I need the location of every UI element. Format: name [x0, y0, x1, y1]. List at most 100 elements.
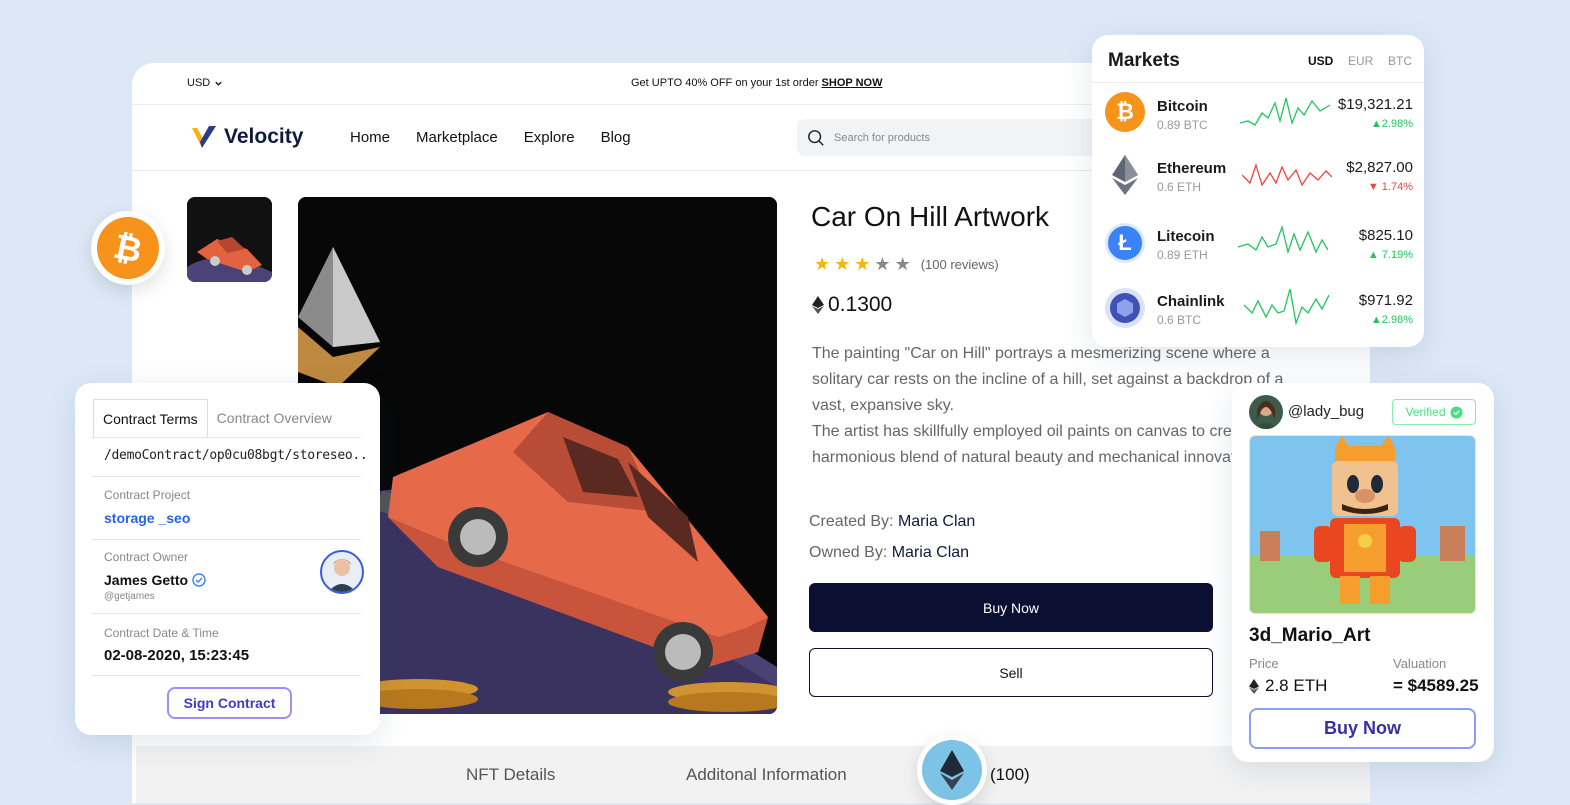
search-input[interactable]: Search for products [834, 132, 930, 144]
nft-image[interactable] [1249, 435, 1476, 614]
currency-select[interactable]: USD [187, 77, 223, 89]
coin-name: Litecoin [1157, 228, 1215, 245]
ethereum-icon [1105, 155, 1145, 195]
sparkline-icon [1244, 288, 1329, 326]
tab-contract-terms[interactable]: Contract Terms [93, 399, 208, 437]
coin-amount: 0.6 ETH [1157, 180, 1202, 194]
coin-change: ▲2.98% [1370, 314, 1413, 326]
contract-card: Contract Terms Contract Overview /demoCo… [75, 383, 380, 735]
coin-amount: 0.89 ETH [1157, 248, 1208, 262]
verified-icon [192, 573, 206, 587]
product-price: 0.1300 [812, 293, 892, 317]
review-count[interactable]: (100 reviews) [921, 257, 999, 272]
contract-path[interactable]: /demoContract/op0cu08bgt/storeseo.. [104, 448, 368, 463]
brand-name: Velocity [224, 125, 304, 148]
divider [91, 476, 361, 477]
tab-contract-overview[interactable]: Contract Overview [208, 399, 341, 437]
shop-now-link[interactable]: SHOP NOW [822, 77, 883, 89]
market-row-litecoin[interactable]: Ł Litecoin 0.89 ETH $825.10 ▲ 7.19% [1092, 212, 1424, 274]
search-icon [808, 129, 824, 146]
coin-name: Ethereum [1157, 160, 1227, 177]
owner-link[interactable]: Maria Clan [892, 544, 969, 561]
currency-tab-btc[interactable]: BTC [1388, 54, 1412, 68]
tab-reviews[interactable]: (100) [990, 765, 1030, 785]
coin-price: $2,827.00 [1346, 159, 1413, 176]
ethereum-badge [917, 735, 987, 805]
creator-link[interactable]: Maria Clan [898, 513, 975, 530]
buy-now-button[interactable]: Buy Now [809, 583, 1213, 632]
coin-price: $971.92 [1358, 292, 1413, 309]
owned-label: Owned By: [809, 544, 888, 561]
coin-name: Bitcoin [1157, 98, 1208, 115]
litecoin-icon: Ł [1105, 223, 1145, 263]
sign-contract-button[interactable]: Sign Contract [167, 687, 292, 719]
market-row-bitcoin[interactable]: ₿ Bitcoin 0.89 BTC $19,321.21 ▲2.98% [1092, 83, 1424, 145]
currency-label: USD [187, 77, 211, 89]
product-thumbnail[interactable] [187, 197, 272, 282]
markets-header: Markets USD EUR BTC [1092, 35, 1424, 83]
date-label: Contract Date & Time [104, 626, 219, 640]
nav-menu: Home Marketplace Explore Blog [350, 129, 631, 146]
coin-name: Chainlink [1157, 293, 1225, 310]
search-box[interactable]: Search for products [797, 119, 1137, 156]
promo-banner: Get UPTO 40% OFF on your 1st order SHOP … [631, 77, 882, 89]
price-value: 0.1300 [828, 293, 893, 316]
currency-tab-usd[interactable]: USD [1308, 54, 1333, 68]
market-row-ethereum[interactable]: Ethereum 0.6 ETH $2,827.00 ▼ 1.74% [1092, 145, 1424, 207]
ethereum-icon [1249, 678, 1259, 694]
star-icon: ★ [874, 254, 891, 274]
brand-logo[interactable]: Velocity [190, 124, 303, 150]
tab-additional-information[interactable]: Additonal Information [686, 765, 847, 785]
markets-card: Markets USD EUR BTC ₿ Bitcoin 0.89 BTC $… [1092, 35, 1424, 347]
owner-label: Contract Owner [104, 550, 189, 564]
nft-card: @lady_bug Verified 3d_Mario_Art Price 2.… [1232, 383, 1494, 762]
date-value: 02-08-2020, 15:23:45 [104, 647, 250, 664]
coin-amount: 0.6 BTC [1157, 313, 1202, 327]
valuation-value: = $4589.25 [1393, 676, 1479, 695]
sell-button[interactable]: Sell [809, 648, 1213, 697]
nft-title: 3d_Mario_Art [1249, 625, 1371, 646]
bitcoin-icon: ₿ [97, 217, 159, 279]
coin-change: ▲ 7.19% [1367, 249, 1413, 261]
nav-blog[interactable]: Blog [601, 129, 631, 146]
price-label: Price [1249, 656, 1279, 671]
currency-tab-eur[interactable]: EUR [1348, 54, 1373, 68]
mario-artwork [1250, 436, 1475, 613]
chevron-down-icon [215, 81, 222, 86]
product-title: Car On Hill Artwork [811, 201, 1050, 232]
avatar[interactable] [320, 550, 364, 594]
nav-marketplace[interactable]: Marketplace [416, 129, 498, 146]
star-icon: ★ [834, 254, 851, 274]
nav-home[interactable]: Home [350, 129, 390, 146]
nav-explore[interactable]: Explore [524, 129, 575, 146]
chainlink-icon [1105, 288, 1145, 328]
divider [91, 437, 361, 438]
coin-change: ▲2.98% [1370, 118, 1413, 130]
price-value: 2.8 ETH [1249, 676, 1327, 696]
promo-text: Get UPTO 40% OFF on your 1st order [631, 77, 819, 89]
owner-name: James Getto [104, 572, 206, 588]
project-link[interactable]: storage _seo [104, 510, 190, 526]
nft-buy-now-button[interactable]: Buy Now [1249, 708, 1476, 749]
market-row-chainlink[interactable]: Chainlink 0.6 BTC $971.92 ▲2.98% [1092, 279, 1424, 341]
sparkline-icon [1240, 97, 1330, 126]
contract-tabs: Contract Terms Contract Overview [93, 399, 341, 437]
valuation-label: Valuation [1393, 656, 1447, 671]
bitcoin-badge: ₿ [91, 211, 165, 285]
ethereum-icon [922, 740, 982, 800]
created-by: Created By: Maria Clan [809, 513, 975, 531]
avatar[interactable] [1249, 395, 1283, 429]
divider [91, 539, 361, 540]
tab-nft-details[interactable]: NFT Details [466, 765, 555, 785]
markets-title: Markets [1108, 50, 1180, 71]
coin-price: $19,321.21 [1337, 96, 1413, 113]
divider [91, 613, 361, 614]
rating: ★ ★ ★ ★ ★ (100 reviews) [814, 255, 999, 273]
creator-handle[interactable]: @lady_bug [1288, 403, 1364, 420]
coin-change: ▼ 1.74% [1367, 181, 1413, 193]
bitcoin-icon: ₿ [1105, 92, 1145, 132]
sparkline-icon [1238, 224, 1328, 255]
owned-by: Owned By: Maria Clan [809, 544, 969, 562]
check-circle-icon [1449, 405, 1463, 419]
divider [91, 675, 361, 676]
